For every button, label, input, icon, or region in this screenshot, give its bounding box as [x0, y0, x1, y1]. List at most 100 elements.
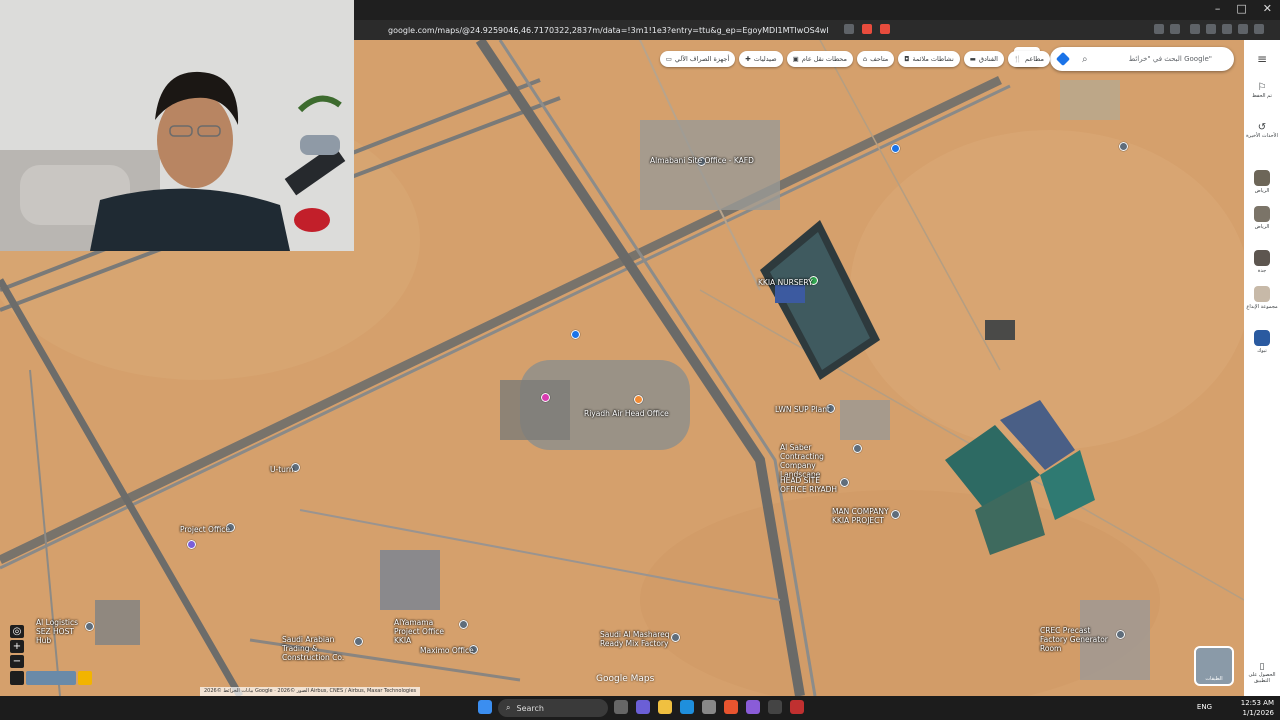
extension-icon[interactable]	[862, 24, 872, 34]
edge-icon[interactable]	[680, 700, 694, 714]
windows-start-icon[interactable]	[478, 700, 492, 714]
map-pin[interactable]	[571, 330, 580, 339]
get-app-button[interactable]: ▯ الحصول على التطبيق	[1244, 662, 1280, 684]
language-indicator[interactable]: ENG	[1197, 703, 1212, 711]
extension-icon[interactable]	[1254, 24, 1264, 34]
zoom-controls: ◎ + −	[10, 625, 24, 668]
map-label[interactable]: KKIA NURSERY	[758, 278, 813, 287]
map-label[interactable]: Almabani Site Office - KAFD	[650, 156, 754, 165]
map-label[interactable]: Riyadh Air Head Office	[584, 409, 669, 418]
map-label[interactable]: MAN COMPANY KKIA PROJECT	[832, 507, 892, 525]
extension-icon[interactable]	[1238, 24, 1248, 34]
discord-icon[interactable]	[746, 700, 760, 714]
map-label[interactable]: Al Saber Contracting Company Landscape	[780, 443, 855, 479]
url-text[interactable]: google.com/maps/@24.9259046,46.7170322,2…	[388, 26, 828, 35]
restaurant-icon: 🍴	[1013, 55, 1022, 63]
map-attribution: بيانات الخرائط ©2026 Google · الصور ©202…	[200, 687, 421, 696]
parking-pin[interactable]	[891, 144, 900, 153]
maps-side-panel: ≡ ⚐ تم الحفظ ↺ الأحداث الأخيرة الرياض ال…	[1244, 40, 1280, 696]
extension-icon[interactable]	[1206, 24, 1216, 34]
map-pin[interactable]	[891, 510, 900, 519]
directions-icon[interactable]	[1055, 51, 1071, 67]
window-controls: – □ ✕	[1215, 2, 1272, 15]
map-label[interactable]: LWN SUP Plant	[775, 405, 830, 414]
side-item-place[interactable]: جدة	[1244, 250, 1280, 274]
street-view-thumb[interactable]	[26, 671, 76, 685]
phone-icon: ▯	[1259, 662, 1265, 672]
side-item-place[interactable]: الرياض	[1244, 206, 1280, 230]
extension-icon[interactable]	[1222, 24, 1232, 34]
zoom-in-button[interactable]: +	[10, 640, 24, 653]
map-label[interactable]: Saudi Arabian Trading & Construction Co.	[282, 635, 354, 662]
expand-icon[interactable]	[10, 671, 24, 685]
search-icon[interactable]: ⌕	[1082, 54, 1088, 65]
side-item-place[interactable]: مجموعة الإبداع	[1244, 286, 1280, 310]
app-icon[interactable]	[768, 700, 782, 714]
address-bar[interactable]: google.com/maps/@24.9259046,46.7170322,2…	[354, 20, 1280, 40]
map-pin[interactable]	[187, 540, 196, 549]
map-pin[interactable]	[354, 637, 363, 646]
side-item-place[interactable]: الرياض	[1244, 170, 1280, 194]
map-label[interactable]: Al Logistics SEZ HOST Hub	[36, 618, 91, 645]
map-label[interactable]: CREC Precast Factory Generator Room	[1040, 626, 1116, 653]
map-pin[interactable]	[634, 395, 643, 404]
map-pin[interactable]	[1119, 142, 1128, 151]
map-pin[interactable]	[671, 633, 680, 642]
chip-hotels[interactable]: ▬ الفنادق	[963, 51, 1004, 67]
chip-transit[interactable]: ▣ محطات نقل عام	[786, 51, 853, 67]
side-item-saved[interactable]: ⚐ تم الحفظ	[1244, 82, 1280, 99]
map-label[interactable]: U-turn	[270, 465, 294, 474]
history-icon: ↺	[1257, 122, 1267, 133]
place-thumb	[1254, 170, 1270, 186]
map-pin[interactable]	[459, 620, 468, 629]
browser-tabstrip: – □ ✕	[354, 0, 1280, 20]
side-item-place[interactable]: تبوك	[1244, 330, 1280, 354]
map-pin[interactable]	[1116, 630, 1125, 639]
hotel-icon: ▬	[969, 55, 976, 63]
obs-icon[interactable]	[790, 700, 804, 714]
locate-icon[interactable]: ◎	[10, 625, 24, 638]
search-placeholder[interactable]: البحث في "خرائط Google"	[1129, 55, 1212, 63]
extension-icon[interactable]	[880, 24, 890, 34]
chip-restaurants[interactable]: 🍴 مطاعم	[1007, 51, 1050, 67]
store-icon[interactable]	[702, 700, 716, 714]
pegman-icon[interactable]	[78, 671, 92, 685]
extension-icon[interactable]	[844, 24, 854, 34]
map-label[interactable]: Maximo Office	[420, 646, 474, 655]
pharmacy-icon: ✚	[745, 55, 751, 63]
layers-label: الطبقات	[1205, 676, 1223, 682]
extension-icon[interactable]	[1190, 24, 1200, 34]
map-label[interactable]: AlYamama Project Office KKIA	[394, 618, 458, 645]
search-bar[interactable]: ⌕ البحث في "خرائط Google"	[1050, 47, 1234, 71]
category-chips: 🍴 مطاعم ▬ الفنادق ◘ نشاطات ملائمة ⌂ متاحف ▣ م…	[659, 51, 1050, 67]
maximize-icon[interactable]: □	[1236, 2, 1246, 15]
zoom-out-button[interactable]: −	[10, 655, 24, 668]
file-explorer-icon[interactable]	[658, 700, 672, 714]
chip-things-to-do[interactable]: ◘ نشاطات ملائمة	[898, 51, 960, 67]
map-pin[interactable]	[541, 393, 550, 402]
map-label[interactable]: Saudi Al Mashareq Ready Mix Factory	[600, 630, 670, 648]
map-label[interactable]: Project Office	[180, 525, 230, 534]
webcam-overlay	[0, 0, 354, 251]
google-maps-logo: Google Maps	[596, 674, 655, 684]
task-view-icon[interactable]	[614, 700, 628, 714]
close-icon[interactable]: ✕	[1263, 2, 1272, 15]
transit-icon: ▣	[792, 55, 799, 63]
chip-pharmacies[interactable]: ✚ صيدليات	[739, 51, 783, 67]
brave-icon[interactable]	[724, 700, 738, 714]
side-item-recent[interactable]: ↺ الأحداث الأخيرة	[1244, 122, 1280, 139]
taskbar-search[interactable]: ⌕ Search	[498, 699, 608, 717]
layers-button[interactable]: الطبقات	[1194, 646, 1234, 686]
camera-icon: ◘	[904, 55, 910, 63]
chip-museums[interactable]: ⌂ متاحف	[856, 51, 895, 67]
extension-icon[interactable]	[1170, 24, 1180, 34]
system-clock[interactable]: 12:53 AM 1/1/2026	[1241, 698, 1274, 718]
copilot-icon[interactable]	[636, 700, 650, 714]
extension-icon[interactable]	[1154, 24, 1164, 34]
map-bottom-tools	[10, 671, 92, 685]
map-pin[interactable]	[840, 478, 849, 487]
minimize-icon[interactable]: –	[1215, 2, 1221, 15]
map-label[interactable]: HEAD SITE OFFICE RIYADH	[780, 476, 840, 494]
chip-atms[interactable]: ▭ أجهزة الصراف الآلي	[659, 51, 736, 67]
menu-icon[interactable]: ≡	[1244, 52, 1280, 66]
